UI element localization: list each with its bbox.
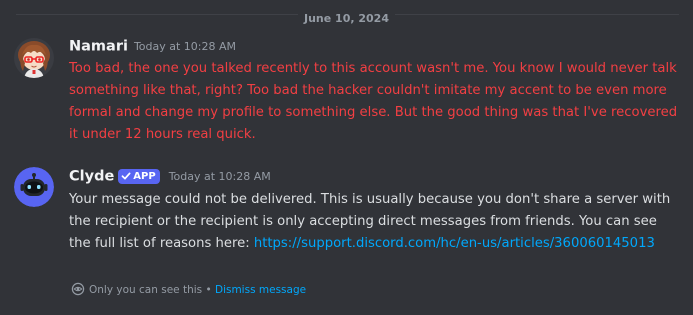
eye-icon <box>71 282 85 296</box>
timestamp[interactable]: Today at 10:28 AM <box>134 40 236 53</box>
username-namari[interactable]: Namari <box>69 39 128 55</box>
date-divider-line <box>16 14 679 15</box>
username-clyde[interactable]: Clyde <box>69 169 114 185</box>
message-content: Your message could not be delivered. Thi… <box>69 192 671 251</box>
timestamp[interactable]: Today at 10:28 AM <box>169 170 271 183</box>
separator: • <box>202 284 215 296</box>
dismiss-message-link[interactable]: Dismiss message <box>215 284 306 296</box>
checkmark-icon <box>121 172 131 180</box>
ephemeral-note-text: Only you can see this <box>89 284 203 296</box>
message-content: Too bad, the one you talked recently to … <box>69 61 678 142</box>
avatar-clyde[interactable] <box>14 167 54 207</box>
app-badge: APP <box>118 169 160 184</box>
support-link[interactable]: https://support.discord.com/hc/en-us/art… <box>254 236 655 251</box>
chat-view: June 10, 2024 Namari Today at 10:28 AM T… <box>0 0 693 315</box>
avatar-namari[interactable] <box>14 38 54 78</box>
ephemeral-notice: Only you can see this • Dismiss message <box>71 282 306 298</box>
